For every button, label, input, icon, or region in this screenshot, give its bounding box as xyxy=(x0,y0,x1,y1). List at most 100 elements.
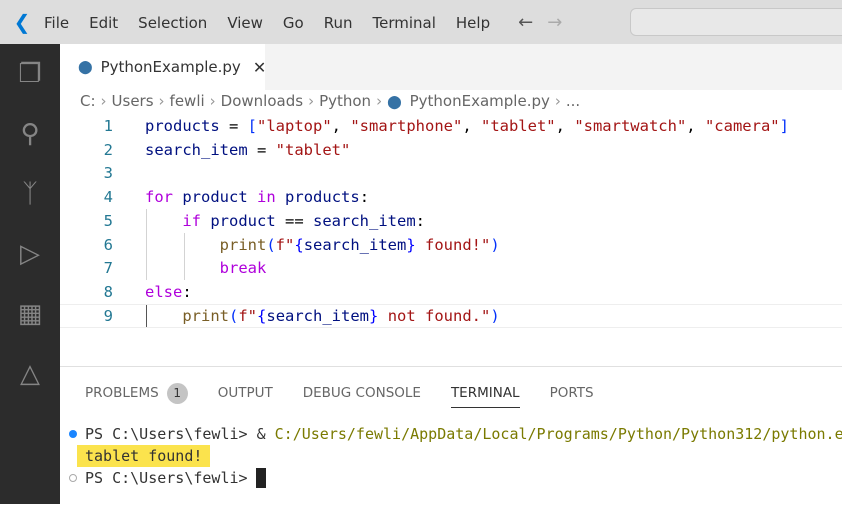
search-icon[interactable]: ⚲ xyxy=(0,104,60,164)
line-number: 2 xyxy=(103,140,113,159)
code-token: "camera" xyxy=(704,116,780,135)
code-line: 4 for product in products: xyxy=(60,185,842,209)
code-line: 6 print(f"{search_item} found!") xyxy=(60,232,842,257)
code-token: "laptop" xyxy=(257,116,332,135)
code-token: , xyxy=(555,116,575,135)
command-operator: & xyxy=(256,425,275,443)
editor-tabs: ⬤ PythonExample.py ✕ xyxy=(60,44,842,90)
panel-tab-debug-console[interactable]: DEBUG CONSOLE xyxy=(303,379,421,407)
code-text: break xyxy=(145,259,267,278)
menu-bar: File Edit Selection View Go Run Terminal Help xyxy=(44,13,510,32)
menu-file[interactable]: File xyxy=(44,14,69,32)
line-number: 1 xyxy=(103,116,113,135)
code-token: } xyxy=(406,235,416,254)
breadcrumb-item[interactable]: Users xyxy=(112,92,154,110)
code-token: not found." xyxy=(378,306,491,325)
code-token: } xyxy=(369,306,379,325)
code-token: "smartwatch" xyxy=(574,116,687,135)
terminal[interactable]: PS C:\Users\fewli> & C:/Users/fewli/AppD… xyxy=(60,419,842,509)
code-editor[interactable]: 1 products = ["laptop", "smartphone", "ta… xyxy=(60,114,842,328)
menu-terminal[interactable]: Terminal xyxy=(373,14,436,32)
code-token: print xyxy=(219,235,267,254)
code-token: : xyxy=(359,188,370,207)
panel-tab-label: TERMINAL xyxy=(450,384,520,401)
menu-run[interactable]: Run xyxy=(324,14,353,32)
back-arrow-icon[interactable]: ← xyxy=(518,12,533,33)
code-text: products = ["laptop", "smartphone", "tab… xyxy=(145,117,789,135)
menu-edit[interactable]: Edit xyxy=(89,14,118,32)
command-pending-dot-icon xyxy=(69,474,77,482)
breadcrumb-item[interactable]: ... xyxy=(566,92,580,110)
command-center-search[interactable] xyxy=(630,8,842,36)
code-token: ) xyxy=(490,306,500,325)
vscode-logo-icon: ❮ xyxy=(13,10,31,34)
code-token: , xyxy=(462,116,481,135)
panel-tab-output[interactable]: OUTPUT xyxy=(218,379,273,407)
code-line: 7 break xyxy=(60,256,842,281)
breadcrumb-item[interactable]: PythonExample.py xyxy=(410,92,550,110)
testing-flask-icon[interactable]: △ xyxy=(0,344,60,404)
code-token: : xyxy=(182,283,192,302)
chevron-right-icon: › xyxy=(308,92,315,110)
activity-bar: ❐ ⚲ ᛉ ▷ ▦ △ xyxy=(0,44,60,504)
code-line: 9 print(f"{search_item} not found.") xyxy=(60,304,842,328)
menu-help[interactable]: Help xyxy=(456,14,490,32)
line-number: 8 xyxy=(103,283,113,302)
code-token: , xyxy=(331,116,351,135)
tab-python-example[interactable]: ⬤ PythonExample.py ✕ xyxy=(60,44,266,90)
code-token: for xyxy=(145,188,173,207)
code-text: if product == search_item: xyxy=(145,212,425,230)
chevron-right-icon: › xyxy=(554,92,561,110)
explorer-icon[interactable]: ❐ xyxy=(0,44,60,104)
panel-tab-label: DEBUG CONSOLE xyxy=(302,385,421,401)
line-number: 4 xyxy=(103,188,113,207)
code-token: products xyxy=(285,188,360,207)
breadcrumb-item[interactable]: Python xyxy=(319,92,371,110)
menu-selection[interactable]: Selection xyxy=(138,14,207,32)
forward-arrow-icon[interactable]: → xyxy=(547,12,562,33)
command-success-dot-icon xyxy=(69,430,77,438)
panel-tab-label: PROBLEMS xyxy=(85,385,159,401)
menu-go[interactable]: Go xyxy=(283,14,304,32)
problems-badge: 1 xyxy=(166,382,188,404)
code-line: 1 products = ["laptop", "smartphone", "ta… xyxy=(60,114,842,138)
code-token: "tablet" xyxy=(275,140,351,159)
line-number: 9 xyxy=(103,306,113,325)
close-icon[interactable]: ✕ xyxy=(253,58,266,77)
breadcrumb-item[interactable]: fewli xyxy=(170,92,205,110)
code-token: "tablet" xyxy=(480,116,556,135)
extensions-icon[interactable]: ▦ xyxy=(0,284,60,344)
line-number: 5 xyxy=(103,211,113,230)
menu-view[interactable]: View xyxy=(227,14,263,32)
code-token: search_item xyxy=(145,140,248,159)
code-token: break xyxy=(219,259,267,278)
command-path: C:/Users/fewli/AppData/Local/Programs/Py… xyxy=(274,425,842,443)
code-token: products xyxy=(145,116,220,135)
code-token: { xyxy=(294,235,304,254)
line-number: 3 xyxy=(103,164,113,183)
code-token: product xyxy=(210,211,276,230)
chevron-right-icon: › xyxy=(158,92,165,110)
code-token: ( xyxy=(229,306,239,325)
code-text: else: xyxy=(145,283,192,301)
code-line: 5 if product == search_item: xyxy=(60,209,842,233)
panel-tab-problems[interactable]: PROBLEMS 1 xyxy=(85,377,188,410)
panel-tab-terminal[interactable]: TERMINAL xyxy=(450,379,520,408)
line-number: 6 xyxy=(103,235,113,254)
panel-tab-ports[interactable]: PORTS xyxy=(550,379,594,407)
breadcrumb-item[interactable]: Downloads xyxy=(221,92,303,110)
run-debug-icon[interactable]: ▷ xyxy=(0,224,60,284)
code-token: , xyxy=(686,116,705,135)
python-file-icon: ⬤ xyxy=(78,59,93,75)
code-token: [ xyxy=(247,116,257,135)
source-control-icon[interactable]: ᛉ xyxy=(0,164,60,224)
code-token: == xyxy=(275,211,313,230)
breadcrumb-item[interactable]: C: xyxy=(80,92,96,110)
